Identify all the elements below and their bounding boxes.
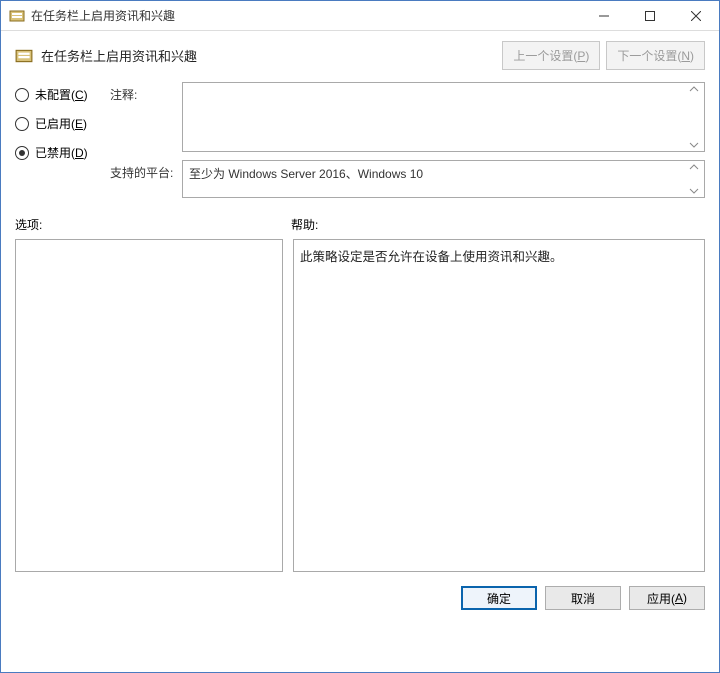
options-panel [15, 239, 283, 572]
help-panel: 此策略设定是否允许在设备上使用资讯和兴趣。 [293, 239, 705, 572]
radio-enabled[interactable]: 已启用(E) [15, 115, 110, 132]
radio-not-configured[interactable]: 未配置(C) [15, 86, 110, 103]
policy-title: 在任务栏上启用资讯和兴趣 [41, 46, 496, 65]
header: 在任务栏上启用资讯和兴趣 上一个设置(P) 下一个设置(N) [1, 31, 719, 82]
policy-icon [15, 47, 33, 65]
comment-label: 注释: [110, 82, 182, 152]
supported-label: 支持的平台: [110, 160, 182, 198]
window-title: 在任务栏上启用资讯和兴趣 [31, 7, 581, 24]
prev-setting-button[interactable]: 上一个设置(P) [502, 41, 600, 70]
comment-input[interactable] [182, 82, 705, 152]
radio-disabled[interactable]: 已禁用(D) [15, 144, 110, 161]
options-label: 选项: [15, 216, 291, 233]
next-setting-button[interactable]: 下一个设置(N) [606, 41, 705, 70]
scroll-arrows[interactable] [688, 163, 702, 195]
radio-label: 未配置(C) [35, 86, 88, 103]
radio-label: 已启用(E) [35, 115, 87, 132]
app-icon [9, 8, 25, 24]
scroll-arrows[interactable] [688, 85, 702, 149]
radio-icon [15, 146, 29, 160]
radio-icon [15, 88, 29, 102]
supported-platforms: 至少为 Windows Server 2016、Windows 10 [182, 160, 705, 198]
apply-button[interactable]: 应用(A) [629, 586, 705, 610]
help-text: 此策略设定是否允许在设备上使用资讯和兴趣。 [300, 250, 563, 264]
radio-icon [15, 117, 29, 131]
titlebar: 在任务栏上启用资讯和兴趣 [1, 1, 719, 31]
config-radio-group: 未配置(C) 已启用(E) 已禁用(D) [15, 82, 110, 206]
ok-button[interactable]: 确定 [461, 586, 537, 610]
close-button[interactable] [673, 1, 719, 31]
cancel-button[interactable]: 取消 [545, 586, 621, 610]
help-label: 帮助: [291, 216, 318, 233]
maximize-button[interactable] [627, 1, 673, 31]
radio-label: 已禁用(D) [35, 144, 88, 161]
minimize-button[interactable] [581, 1, 627, 31]
footer: 确定 取消 应用(A) [1, 572, 719, 622]
